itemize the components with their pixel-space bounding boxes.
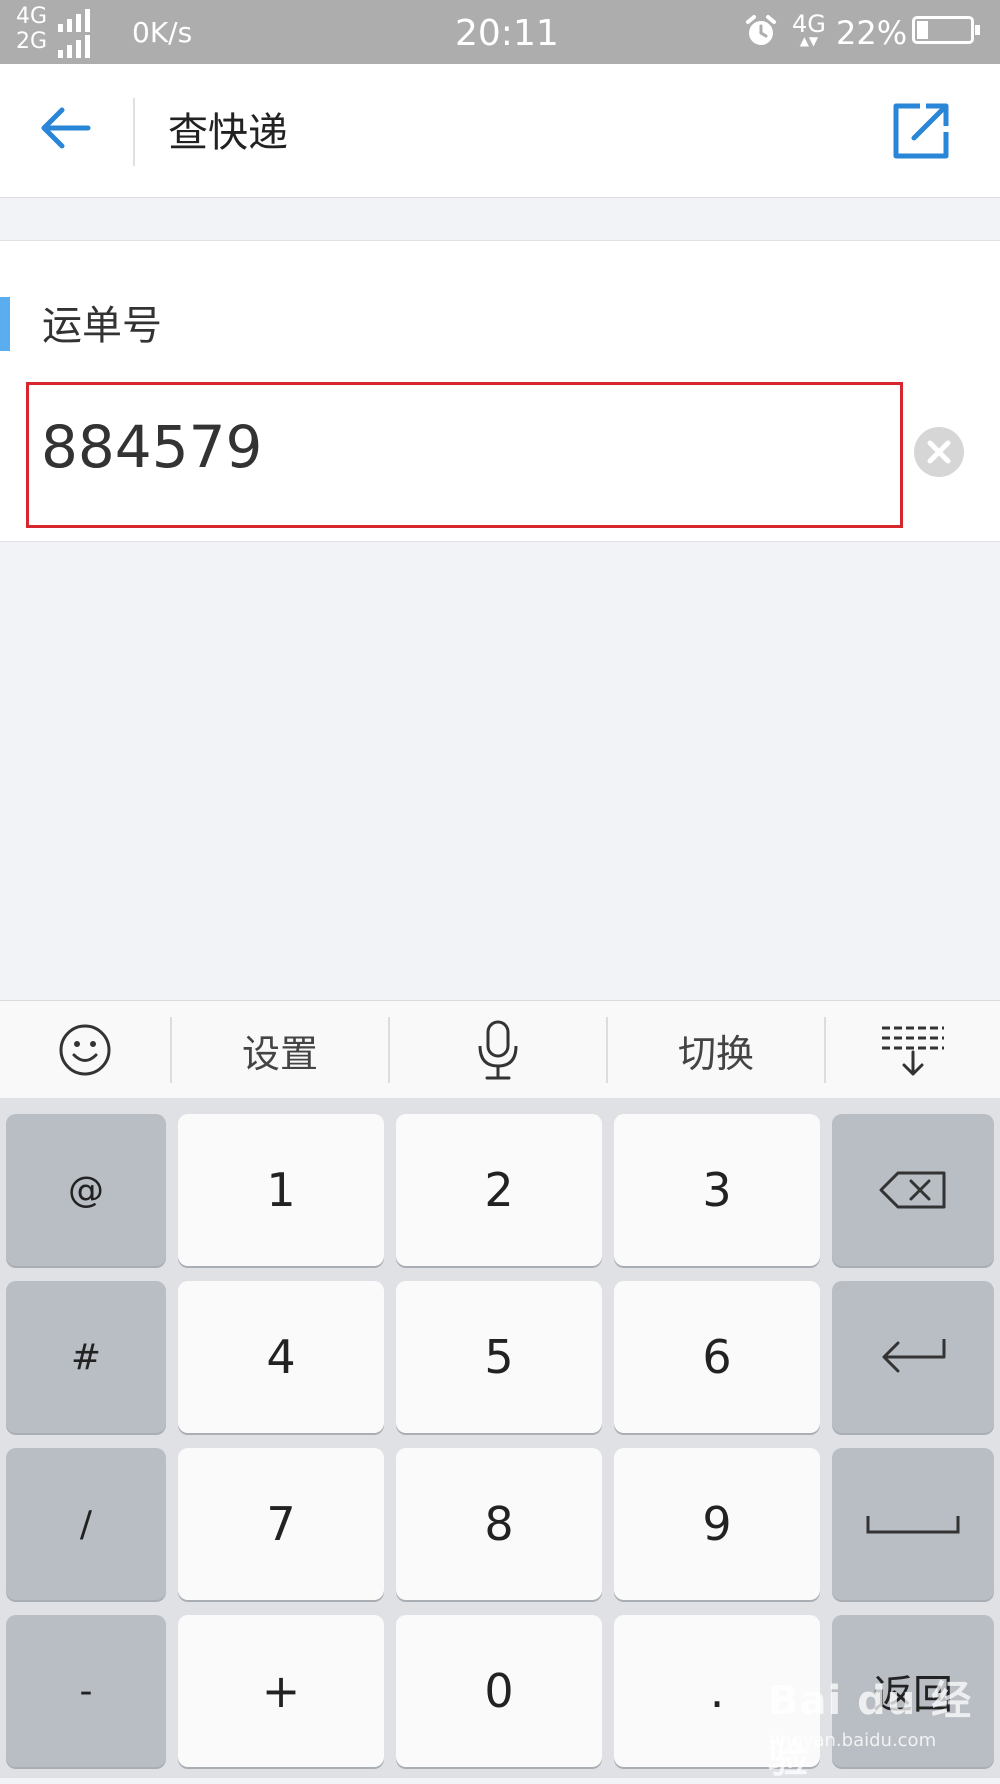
switch-button[interactable]: 切换 bbox=[608, 1001, 824, 1099]
key-at[interactable]: @ bbox=[6, 1114, 166, 1266]
voice-input-button[interactable] bbox=[390, 1001, 606, 1099]
network-bottom-label: 2G bbox=[16, 29, 48, 54]
key-8[interactable]: 8 bbox=[396, 1448, 602, 1600]
tracking-number-label: 运单号 bbox=[42, 303, 162, 349]
app-header: 查快递 bbox=[0, 64, 1000, 198]
key-hash[interactable]: # bbox=[6, 1281, 166, 1433]
network-top-label: 4G bbox=[16, 4, 48, 29]
space-icon bbox=[866, 1516, 960, 1534]
back-button[interactable] bbox=[36, 98, 96, 158]
data-type: 4G ▲▼ bbox=[792, 10, 826, 48]
tracking-number-value: 884579 bbox=[41, 413, 263, 481]
tracking-number-input[interactable]: 884579 bbox=[26, 382, 903, 528]
status-bar: 4G 2G 0K/s 20:11 4G ▲▼ 22% bbox=[0, 0, 1000, 64]
network-type: 4G 2G bbox=[16, 6, 56, 56]
space-key[interactable] bbox=[832, 1448, 994, 1600]
key-0[interactable]: 0 bbox=[396, 1615, 602, 1767]
key-7[interactable]: 7 bbox=[178, 1448, 384, 1600]
battery-percent: 22% bbox=[836, 14, 908, 52]
edit-open-icon bbox=[893, 103, 949, 159]
key-slash[interactable]: / bbox=[6, 1448, 166, 1600]
key-2[interactable]: 2 bbox=[396, 1114, 602, 1266]
watermark-url: jingyan.baidu.com bbox=[770, 1730, 937, 1751]
key-5[interactable]: 5 bbox=[396, 1281, 602, 1433]
clear-button[interactable] bbox=[914, 427, 964, 477]
key-minus[interactable]: - bbox=[6, 1615, 166, 1767]
edit-button[interactable] bbox=[890, 100, 952, 162]
emoji-button[interactable] bbox=[0, 1001, 170, 1099]
key-6[interactable]: 6 bbox=[614, 1281, 820, 1433]
signal-icon bbox=[58, 6, 90, 58]
clear-icon bbox=[927, 440, 951, 464]
tracking-form: 运单号 884579 bbox=[0, 240, 1000, 542]
key-3[interactable]: 3 bbox=[614, 1114, 820, 1266]
settings-button[interactable]: 设置 bbox=[172, 1001, 388, 1099]
key-9[interactable]: 9 bbox=[614, 1448, 820, 1600]
keyboard-toolbar: 设置 切换 bbox=[0, 1000, 1000, 1100]
key-1[interactable]: 1 bbox=[178, 1114, 384, 1266]
back-arrow-icon bbox=[41, 107, 91, 149]
battery-icon bbox=[912, 16, 980, 44]
backspace-icon bbox=[879, 1171, 946, 1209]
clock: 20:11 bbox=[455, 13, 559, 54]
mic-icon bbox=[478, 1020, 518, 1080]
network-speed: 0K/s bbox=[132, 16, 193, 49]
hide-keyboard-icon bbox=[882, 1026, 944, 1076]
alarm-icon bbox=[744, 14, 778, 52]
header-divider bbox=[133, 98, 135, 166]
label-accent-bar bbox=[0, 297, 10, 351]
enter-key[interactable] bbox=[832, 1281, 994, 1433]
watermark-brand: Bai du 经验 bbox=[768, 1678, 973, 1782]
key-plus[interactable]: + bbox=[178, 1615, 384, 1767]
page-title: 查快递 bbox=[168, 110, 288, 156]
backspace-key[interactable] bbox=[832, 1114, 994, 1266]
key-4[interactable]: 4 bbox=[178, 1281, 384, 1433]
hide-keyboard-button[interactable] bbox=[826, 1001, 1000, 1099]
emoji-icon bbox=[59, 1024, 111, 1076]
enter-icon bbox=[882, 1339, 946, 1373]
